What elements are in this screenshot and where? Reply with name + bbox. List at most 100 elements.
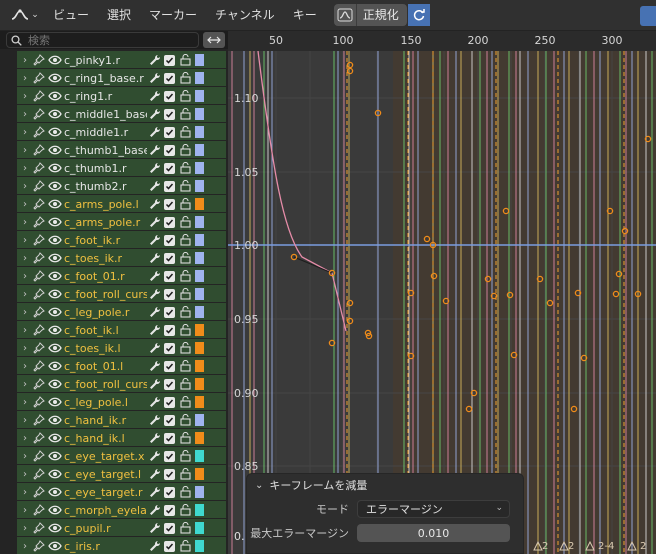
lock-icon[interactable] (178, 162, 194, 174)
enable-checkbox[interactable] (164, 540, 175, 552)
modifier-icon[interactable] (147, 72, 163, 84)
lock-icon[interactable] (178, 360, 194, 372)
modifier-icon[interactable] (147, 468, 163, 480)
channel-row[interactable]: › c_arms_pole.l (0, 195, 228, 213)
modifier-icon[interactable] (147, 450, 163, 462)
chevron-right-icon[interactable]: › (19, 217, 31, 228)
swap-icon[interactable] (203, 32, 225, 48)
frame-ruler[interactable]: 50 100 150 200 250 300 (228, 31, 656, 51)
modifier-icon[interactable] (147, 486, 163, 498)
lock-icon[interactable] (178, 324, 194, 336)
pin-icon[interactable] (31, 450, 47, 462)
lock-icon[interactable] (178, 108, 194, 120)
eye-icon[interactable] (47, 541, 63, 551)
pin-icon[interactable] (31, 540, 47, 552)
chevron-right-icon[interactable]: › (19, 55, 31, 66)
channel-row[interactable]: › c_leg_pole.l (0, 393, 228, 411)
chevron-right-icon[interactable]: › (19, 505, 31, 516)
enable-checkbox[interactable] (164, 342, 175, 354)
chevron-right-icon[interactable]: › (19, 109, 31, 120)
eye-icon[interactable] (47, 523, 63, 533)
enable-checkbox[interactable] (164, 396, 175, 408)
lock-icon[interactable] (178, 144, 194, 156)
modifier-icon[interactable] (147, 270, 163, 282)
pin-icon[interactable] (31, 504, 47, 516)
channel-row[interactable]: › c_toes_ik.r (0, 249, 228, 267)
lock-icon[interactable] (178, 450, 194, 462)
lock-icon[interactable] (178, 126, 194, 138)
chevron-right-icon[interactable]: › (19, 343, 31, 354)
eye-icon[interactable] (47, 145, 63, 155)
channel-row[interactable]: › c_hand_ik.r (0, 411, 228, 429)
eye-icon[interactable] (47, 217, 63, 227)
modifier-icon[interactable] (147, 180, 163, 192)
chevron-right-icon[interactable]: › (19, 127, 31, 138)
lock-icon[interactable] (178, 252, 194, 264)
modifier-icon[interactable] (147, 504, 163, 516)
pin-icon[interactable] (31, 468, 47, 480)
refresh-icon[interactable] (407, 4, 430, 26)
menu-select[interactable]: 選択 (98, 0, 140, 31)
channel-row[interactable]: › c_foot_ik.r (0, 231, 228, 249)
lock-icon[interactable] (178, 270, 194, 282)
pin-icon[interactable] (31, 216, 47, 228)
enable-checkbox[interactable] (164, 450, 175, 462)
enable-checkbox[interactable] (164, 522, 175, 534)
enable-checkbox[interactable] (164, 252, 175, 264)
lock-icon[interactable] (178, 198, 194, 210)
channel-row[interactable]: › c_arms_pole.r (0, 213, 228, 231)
chevron-right-icon[interactable]: › (19, 289, 31, 300)
eye-icon[interactable] (47, 289, 63, 299)
chevron-right-icon[interactable]: › (19, 451, 31, 462)
modifier-icon[interactable] (147, 414, 163, 426)
chevron-right-icon[interactable]: › (19, 163, 31, 174)
pin-icon[interactable] (31, 198, 47, 210)
pin-icon[interactable] (31, 486, 47, 498)
eye-icon[interactable] (47, 505, 63, 515)
channel-row[interactable]: › c_foot_ik.l (0, 321, 228, 339)
eye-icon[interactable] (47, 181, 63, 191)
chevron-right-icon[interactable]: › (19, 271, 31, 282)
channel-row[interactable]: › c_pupil.r (0, 519, 228, 537)
eye-icon[interactable] (47, 433, 63, 443)
lock-icon[interactable] (178, 504, 194, 516)
enable-checkbox[interactable] (164, 90, 175, 102)
normalize-toggle[interactable]: 正規化 (333, 4, 407, 26)
pin-icon[interactable] (31, 270, 47, 282)
modifier-icon[interactable] (147, 432, 163, 444)
enable-checkbox[interactable] (164, 144, 175, 156)
channel-row[interactable]: › c_thumb2.r (0, 177, 228, 195)
pin-icon[interactable] (31, 522, 47, 534)
channel-row[interactable]: › c_eye_target.r (0, 483, 228, 501)
editor-type-button[interactable]: ⌄ (6, 4, 44, 26)
modifier-icon[interactable] (147, 360, 163, 372)
modifier-icon[interactable] (147, 90, 163, 102)
enable-checkbox[interactable] (164, 54, 175, 66)
enable-checkbox[interactable] (164, 162, 175, 174)
enable-checkbox[interactable] (164, 270, 175, 282)
eye-icon[interactable] (47, 469, 63, 479)
channel-row[interactable]: › c_middle1.r (0, 123, 228, 141)
pin-icon[interactable] (31, 396, 47, 408)
channel-row[interactable]: › c_leg_pole.r (0, 303, 228, 321)
modifier-icon[interactable] (147, 216, 163, 228)
modifier-icon[interactable] (147, 54, 163, 66)
eye-icon[interactable] (47, 127, 63, 137)
chevron-right-icon[interactable]: › (19, 397, 31, 408)
channel-row[interactable]: › c_thumb1.r (0, 159, 228, 177)
eye-icon[interactable] (47, 415, 63, 425)
lock-icon[interactable] (178, 414, 194, 426)
modifier-icon[interactable] (147, 198, 163, 210)
enable-checkbox[interactable] (164, 468, 175, 480)
enable-checkbox[interactable] (164, 378, 175, 390)
channel-row[interactable]: › c_pinky1.r (0, 51, 228, 69)
lock-icon[interactable] (178, 486, 194, 498)
channel-row[interactable]: › c_hand_ik.l (0, 429, 228, 447)
chevron-right-icon[interactable]: › (19, 523, 31, 534)
enable-checkbox[interactable] (164, 126, 175, 138)
eye-icon[interactable] (47, 91, 63, 101)
channel-row[interactable]: › c_foot_01.r (0, 267, 228, 285)
enable-checkbox[interactable] (164, 180, 175, 192)
modifier-icon[interactable] (147, 522, 163, 534)
lock-icon[interactable] (178, 306, 194, 318)
